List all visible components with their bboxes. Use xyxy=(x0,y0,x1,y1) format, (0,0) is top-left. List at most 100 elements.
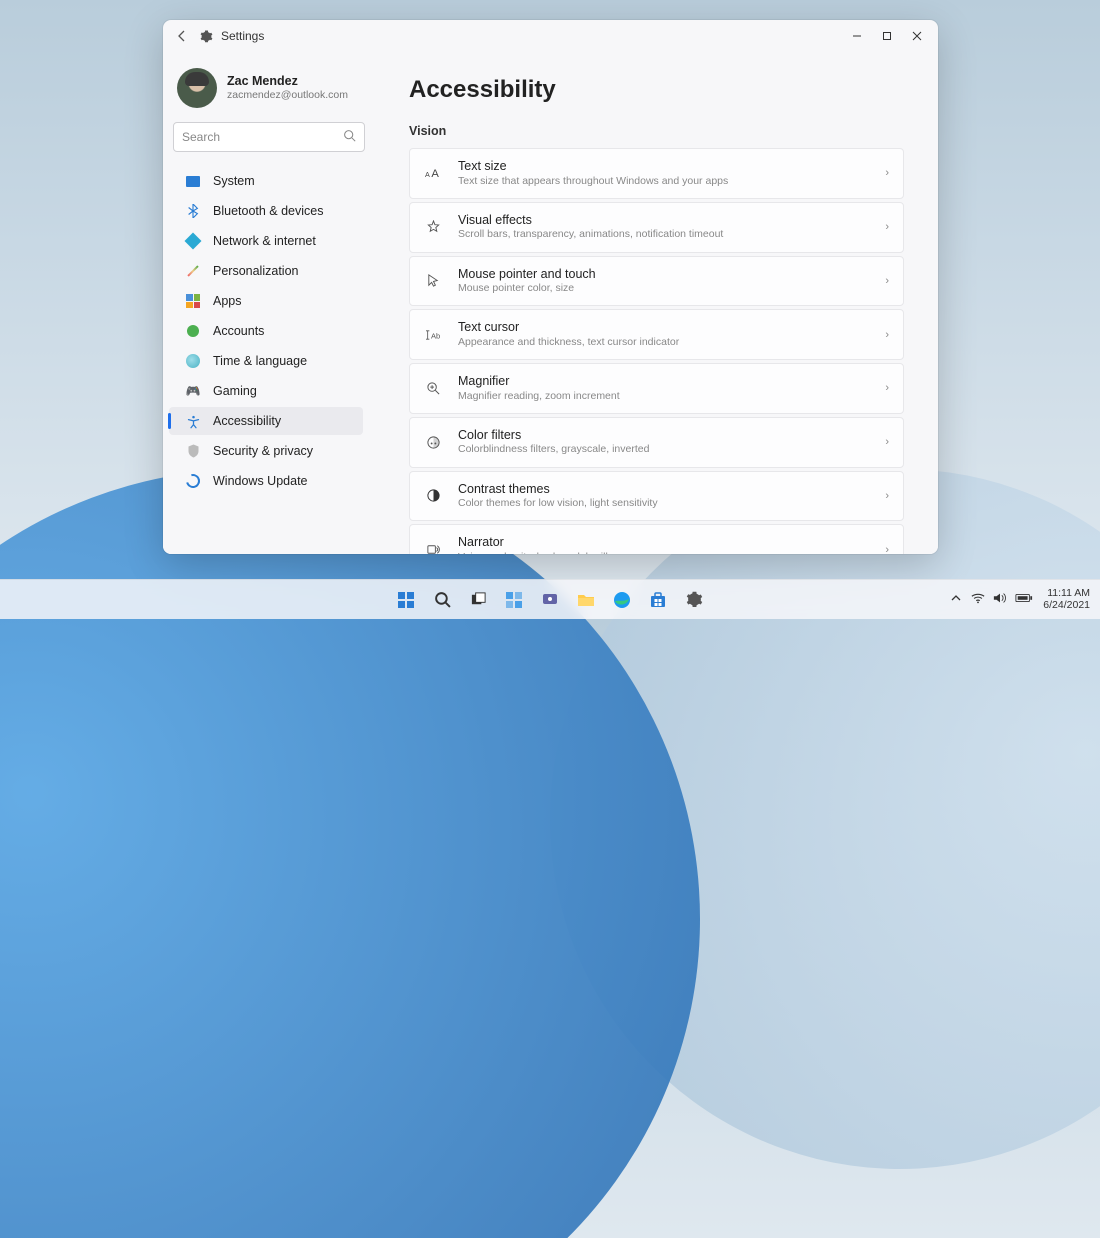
card-mouse-pointer[interactable]: Mouse pointer and touchMouse pointer col… xyxy=(409,256,904,307)
card-title: Color filters xyxy=(458,428,869,444)
sidebar-item-apps[interactable]: Apps xyxy=(169,287,363,315)
back-button[interactable] xyxy=(173,27,191,45)
apps-icon xyxy=(185,293,201,309)
chevron-right-icon: › xyxy=(885,436,889,448)
card-contrast-themes[interactable]: Contrast themesColor themes for low visi… xyxy=(409,471,904,522)
chat-button[interactable] xyxy=(535,585,565,615)
mouse-pointer-icon xyxy=(424,272,442,290)
close-button[interactable] xyxy=(902,22,932,50)
card-desc: Color themes for low vision, light sensi… xyxy=(458,497,869,510)
app-title: Settings xyxy=(221,29,264,43)
settings-taskbar-button[interactable] xyxy=(679,585,709,615)
sidebar-item-label: Apps xyxy=(213,294,242,308)
sidebar-item-network[interactable]: Network & internet xyxy=(169,227,363,255)
sidebar-item-label: Personalization xyxy=(213,264,298,278)
profile-email: zacmendez@outlook.com xyxy=(227,89,348,102)
windows-update-icon xyxy=(185,473,201,489)
narrator-icon xyxy=(424,541,442,554)
card-title: Text cursor xyxy=(458,320,869,336)
magnifier-icon xyxy=(424,379,442,397)
profile-block[interactable]: Zac Mendez zacmendez@outlook.com xyxy=(163,62,375,120)
sidebar-item-label: Bluetooth & devices xyxy=(213,204,324,218)
widgets-button[interactable] xyxy=(499,585,529,615)
taskbar-date: 6/24/2021 xyxy=(1043,600,1090,612)
store-button[interactable] xyxy=(643,585,673,615)
vision-list: AA Text sizeText size that appears throu… xyxy=(409,148,904,554)
color-filters-icon xyxy=(424,433,442,451)
search-button[interactable] xyxy=(427,585,457,615)
chevron-right-icon: › xyxy=(885,544,889,554)
gaming-icon: 🎮 xyxy=(185,383,201,399)
card-desc: Voice, verbosity, keyboard, braille xyxy=(458,551,869,554)
contrast-icon xyxy=(424,487,442,505)
main-content: Accessibility Vision AA Text sizeText si… xyxy=(375,52,938,554)
sidebar-item-security[interactable]: Security & privacy xyxy=(169,437,363,465)
sidebar-item-label: Security & privacy xyxy=(213,444,313,458)
chevron-right-icon: › xyxy=(885,167,889,179)
bluetooth-icon xyxy=(185,203,201,219)
card-desc: Colorblindness filters, grayscale, inver… xyxy=(458,443,869,456)
nav-list: System Bluetooth & devices Network & int… xyxy=(163,162,375,496)
card-title: Magnifier xyxy=(458,374,869,390)
chevron-right-icon: › xyxy=(885,329,889,341)
card-desc: Text size that appears throughout Window… xyxy=(458,175,869,188)
settings-icon xyxy=(197,27,215,45)
chevron-right-icon: › xyxy=(885,490,889,502)
titlebar: Settings xyxy=(163,20,938,52)
sidebar-item-system[interactable]: System xyxy=(169,167,363,195)
text-cursor-icon: Ab xyxy=(424,326,442,344)
card-desc: Magnifier reading, zoom increment xyxy=(458,390,869,403)
sidebar-item-gaming[interactable]: 🎮 Gaming xyxy=(169,377,363,405)
text-size-icon: AA xyxy=(424,164,442,182)
avatar xyxy=(177,68,217,108)
tray-chevron-icon[interactable] xyxy=(951,593,961,606)
sidebar-item-accounts[interactable]: Accounts xyxy=(169,317,363,345)
search-input[interactable]: Search xyxy=(173,122,365,152)
accounts-icon xyxy=(185,323,201,339)
sidebar-item-bluetooth[interactable]: Bluetooth & devices xyxy=(169,197,363,225)
sidebar-item-label: Accessibility xyxy=(213,414,281,428)
task-view-button[interactable] xyxy=(463,585,493,615)
volume-icon[interactable] xyxy=(993,592,1007,607)
card-desc: Mouse pointer color, size xyxy=(458,282,869,295)
minimize-button[interactable] xyxy=(842,22,872,50)
edge-button[interactable] xyxy=(607,585,637,615)
settings-window: Settings Zac Mendez zacmendez@outlook.co… xyxy=(163,20,938,554)
sidebar-item-accessibility[interactable]: Accessibility xyxy=(169,407,363,435)
card-title: Contrast themes xyxy=(458,482,869,498)
taskbar-center xyxy=(391,585,709,615)
chevron-right-icon: › xyxy=(885,275,889,287)
sidebar-item-time-language[interactable]: Time & language xyxy=(169,347,363,375)
battery-icon[interactable] xyxy=(1015,592,1033,607)
wifi-icon[interactable] xyxy=(971,592,985,607)
shield-icon xyxy=(185,443,201,459)
start-button[interactable] xyxy=(391,585,421,615)
section-vision-label: Vision xyxy=(409,124,904,138)
card-desc: Appearance and thickness, text cursor in… xyxy=(458,336,869,349)
card-visual-effects[interactable]: Visual effectsScroll bars, transparency,… xyxy=(409,202,904,253)
card-title: Mouse pointer and touch xyxy=(458,267,869,283)
sidebar-item-personalization[interactable]: Personalization xyxy=(169,257,363,285)
sidebar-item-label: Windows Update xyxy=(213,474,308,488)
sidebar: Zac Mendez zacmendez@outlook.com Search … xyxy=(163,52,375,554)
sidebar-item-label: Accounts xyxy=(213,324,264,338)
taskbar-clock[interactable]: 11:11 AM 6/24/2021 xyxy=(1043,588,1090,611)
personalization-icon xyxy=(185,263,201,279)
card-text-size[interactable]: AA Text sizeText size that appears throu… xyxy=(409,148,904,199)
maximize-button[interactable] xyxy=(872,22,902,50)
sidebar-item-label: Time & language xyxy=(213,354,307,368)
card-magnifier[interactable]: MagnifierMagnifier reading, zoom increme… xyxy=(409,363,904,414)
card-text-cursor[interactable]: Ab Text cursorAppearance and thickness, … xyxy=(409,309,904,360)
profile-name: Zac Mendez xyxy=(227,74,348,89)
file-explorer-button[interactable] xyxy=(571,585,601,615)
svg-text:A: A xyxy=(425,170,430,179)
taskbar-time: 11:11 AM xyxy=(1047,588,1090,600)
taskbar: 11:11 AM 6/24/2021 xyxy=(0,579,1100,619)
visual-effects-icon xyxy=(424,218,442,236)
card-title: Text size xyxy=(458,159,869,175)
sidebar-item-windows-update[interactable]: Windows Update xyxy=(169,467,363,495)
card-narrator[interactable]: NarratorVoice, verbosity, keyboard, brai… xyxy=(409,524,904,554)
chevron-right-icon: › xyxy=(885,382,889,394)
card-color-filters[interactable]: Color filtersColorblindness filters, gra… xyxy=(409,417,904,468)
svg-text:Ab: Ab xyxy=(431,331,440,340)
